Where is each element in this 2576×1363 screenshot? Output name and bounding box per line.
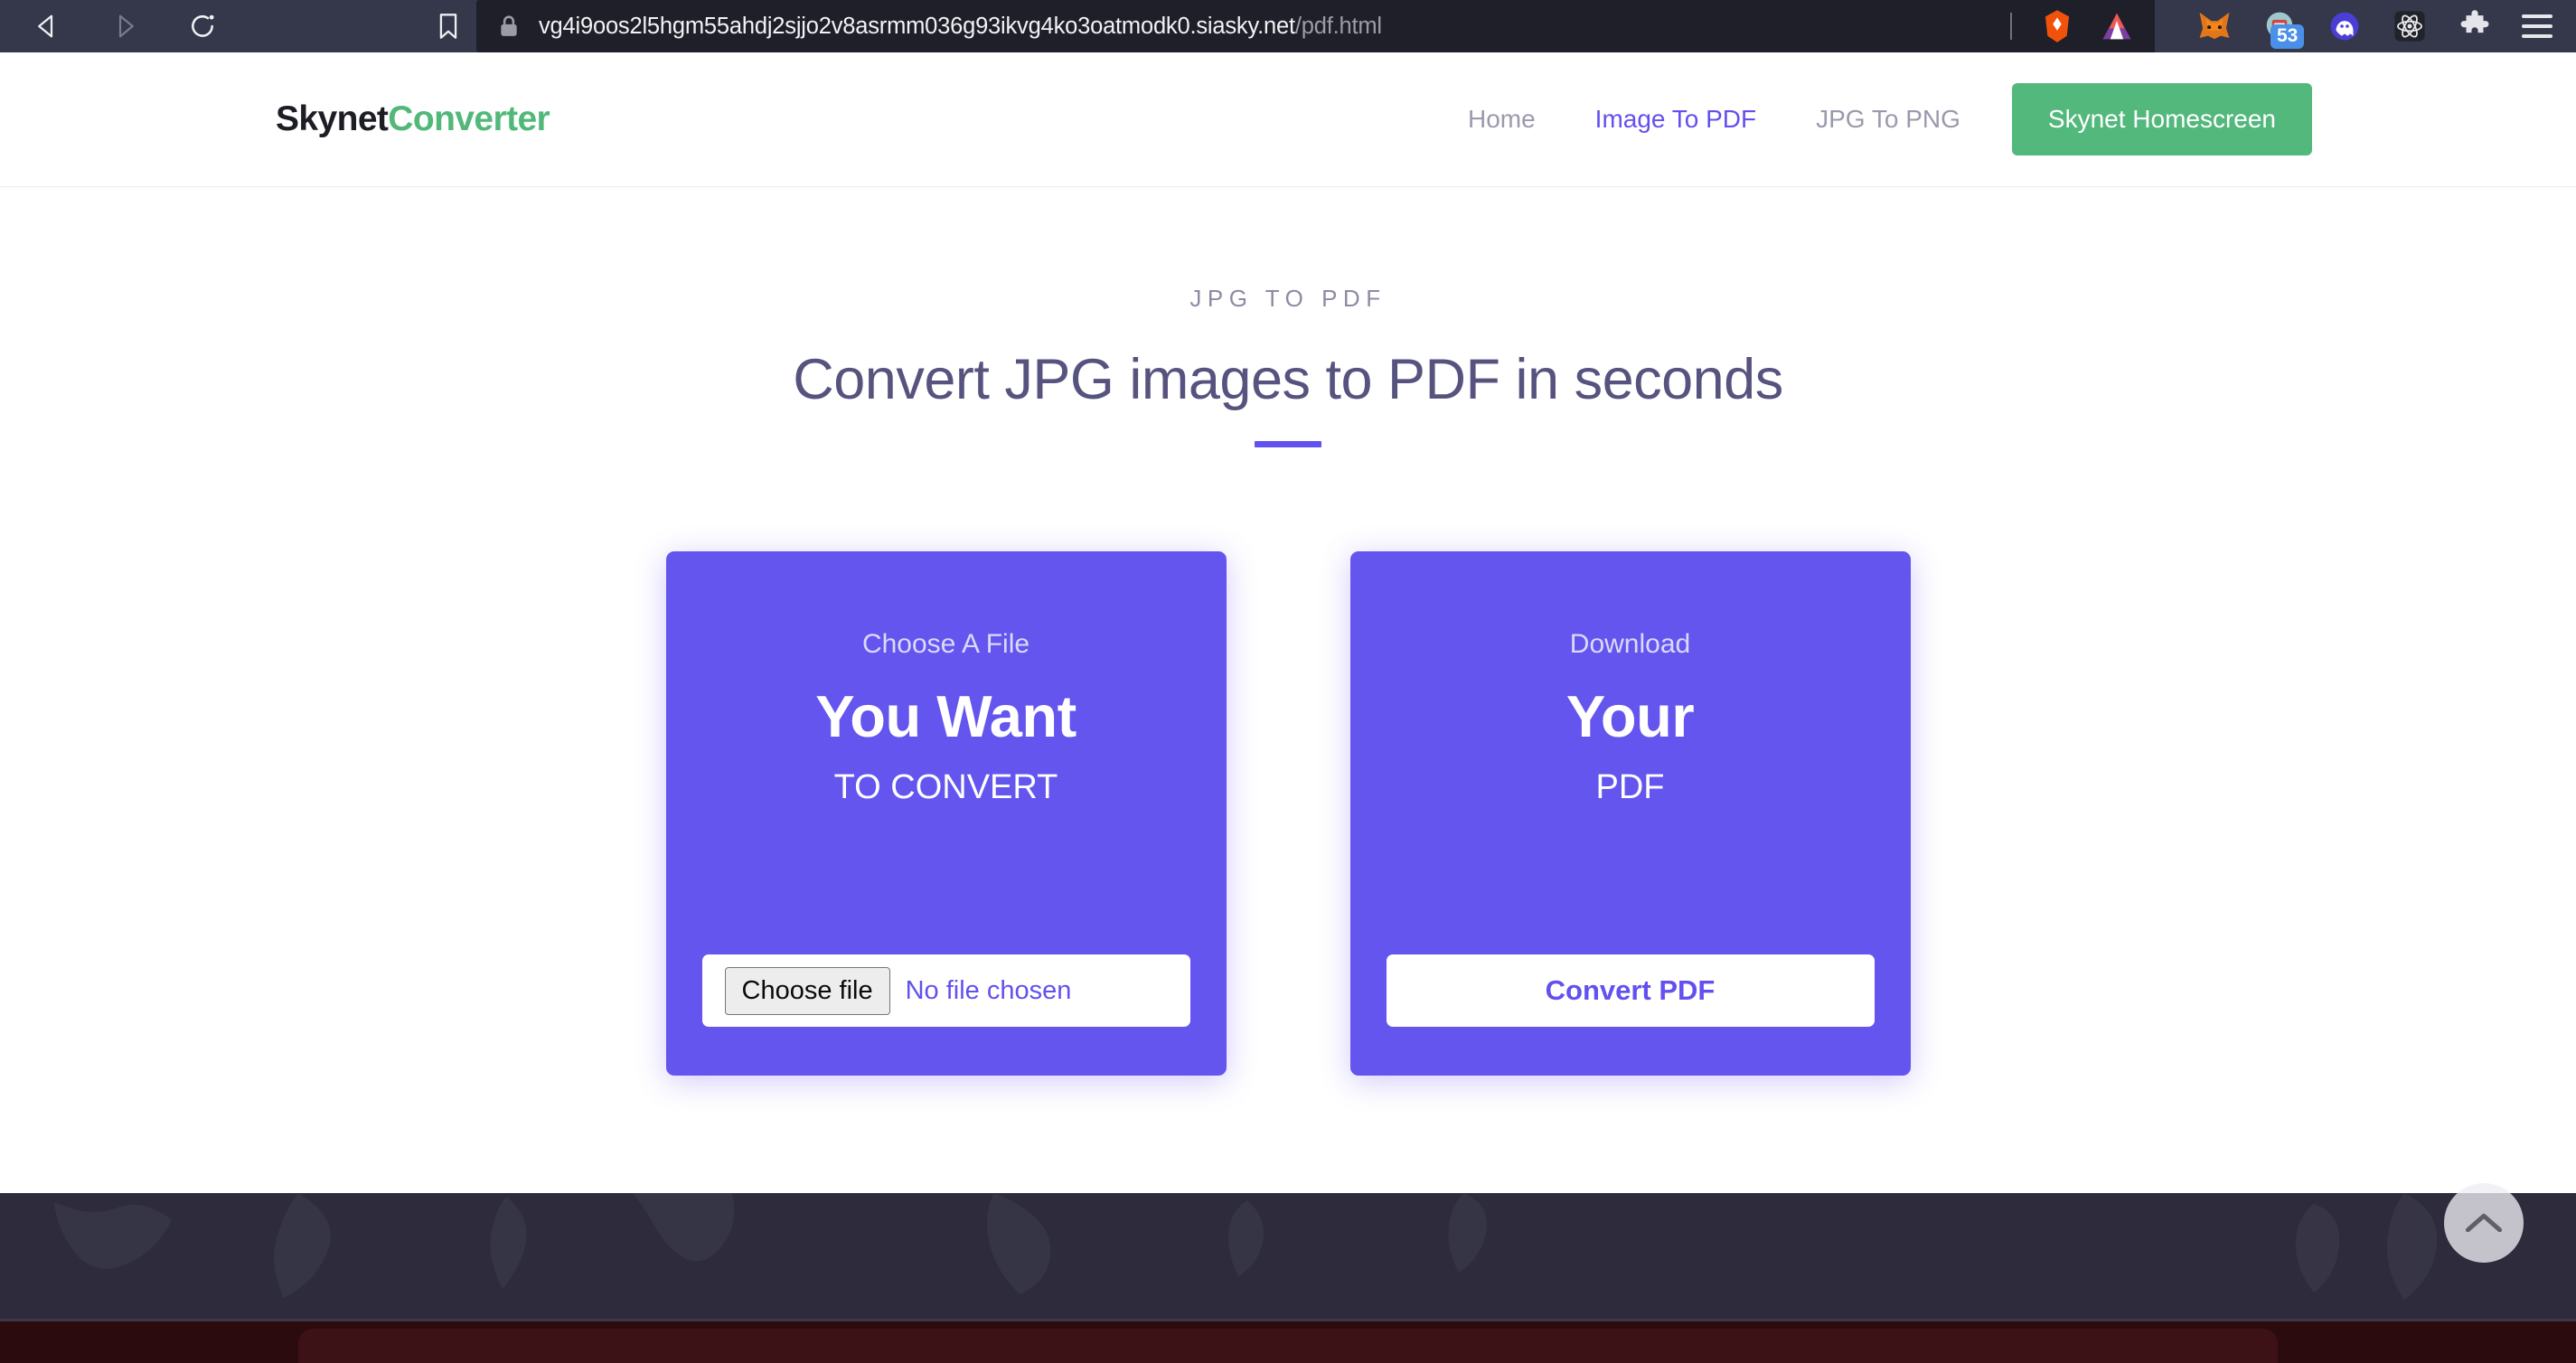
forward-icon [107, 8, 143, 44]
browser-right-controls: 53 [1998, 0, 2576, 52]
logo-accent: Converter [388, 99, 550, 138]
choose-file-button[interactable]: Choose file [724, 966, 890, 1015]
download-card-kicker: Download [1569, 629, 1691, 659]
url-text: vg4i9oos2l5hgm55ahdj2sjjo2v8asrmm036g93i… [539, 14, 1382, 40]
wallet-icon[interactable]: 53 [2261, 8, 2305, 50]
site-header: SkynetConverter Home Image To PDF JPG To… [0, 52, 2576, 187]
main-nav: Home Image To PDF JPG To PNG Skynet Home… [1438, 83, 2312, 155]
hero-divider [1255, 441, 1321, 447]
upload-card-kicker: Choose A File [861, 629, 1030, 659]
nav-item-image-to-pdf[interactable]: Image To PDF [1565, 105, 1786, 134]
back-icon[interactable] [29, 8, 65, 44]
upload-card-headline: You Want [815, 683, 1076, 749]
url-path: /pdf.html [1294, 13, 1382, 39]
file-input[interactable]: Choose file No file chosen [701, 954, 1190, 1027]
download-card-subline: PDF [1595, 768, 1665, 806]
extension-badge-count: 53 [2270, 24, 2305, 50]
world-map-pattern [54, 1193, 2438, 1300]
download-card: Download Your PDF Convert PDF [1349, 551, 1911, 1076]
site-logo[interactable]: SkynetConverter [276, 99, 550, 139]
browser-menu-icon[interactable] [2522, 14, 2552, 38]
page-title: Convert JPG images to PDF in seconds [793, 348, 1783, 411]
brave-lion-icon[interactable] [2039, 8, 2075, 44]
upload-card-action: Choose file No file chosen [701, 954, 1190, 1027]
upload-card-subline: TO CONVERT [833, 768, 1058, 806]
skynet-homescreen-button[interactable]: Skynet Homescreen [2011, 83, 2312, 155]
nav-item-home[interactable]: Home [1438, 105, 1565, 134]
phantom-ghost-icon[interactable] [2327, 8, 2363, 44]
converter-cards: Choose A File You Want TO CONVERT Choose… [0, 551, 2576, 1076]
react-atom-icon[interactable] [2392, 8, 2428, 44]
hero-eyebrow: JPG TO PDF [1189, 285, 1387, 312]
brave-shields-group [1998, 0, 2155, 52]
hero-section: JPG TO PDF Convert JPG images to PDF in … [0, 187, 2576, 447]
upload-card: Choose A File You Want TO CONVERT Choose… [665, 551, 1227, 1076]
logo-primary: Skynet [276, 99, 389, 138]
download-card-action: Convert PDF [1386, 954, 1875, 1027]
brave-rewards-triangle-icon[interactable] [2099, 8, 2135, 44]
chevron-up-icon [2465, 1213, 2503, 1233]
toolbar-divider [2010, 13, 2012, 40]
download-card-headline: Your [1565, 683, 1695, 749]
reload-icon[interactable] [184, 8, 221, 44]
lock-icon [499, 13, 522, 40]
site-footer [0, 1193, 2576, 1321]
extension-icons: 53 [2155, 8, 2576, 50]
file-status-text: No file chosen [905, 975, 1072, 1005]
background-window-strip [0, 1321, 2576, 1363]
metamask-icon[interactable] [2196, 8, 2233, 44]
url-host: vg4i9oos2l5hgm55ahdj2sjjo2v8asrmm036g93i… [539, 13, 1295, 39]
convert-pdf-button[interactable]: Convert PDF [1386, 954, 1875, 1027]
nav-item-jpg-to-png[interactable]: JPG To PNG [1786, 105, 1990, 134]
browser-nav-buttons [29, 8, 221, 44]
bookmark-icon[interactable] [430, 8, 466, 44]
background-window-panel [298, 1329, 2278, 1363]
browser-toolbar: vg4i9oos2l5hgm55ahdj2sjjo2v8asrmm036g93i… [0, 0, 2576, 52]
address-bar[interactable]: vg4i9oos2l5hgm55ahdj2sjjo2v8asrmm036g93i… [476, 0, 2124, 52]
puzzle-extensions-icon[interactable] [2457, 8, 2493, 44]
scroll-to-top-button[interactable] [2444, 1183, 2524, 1263]
